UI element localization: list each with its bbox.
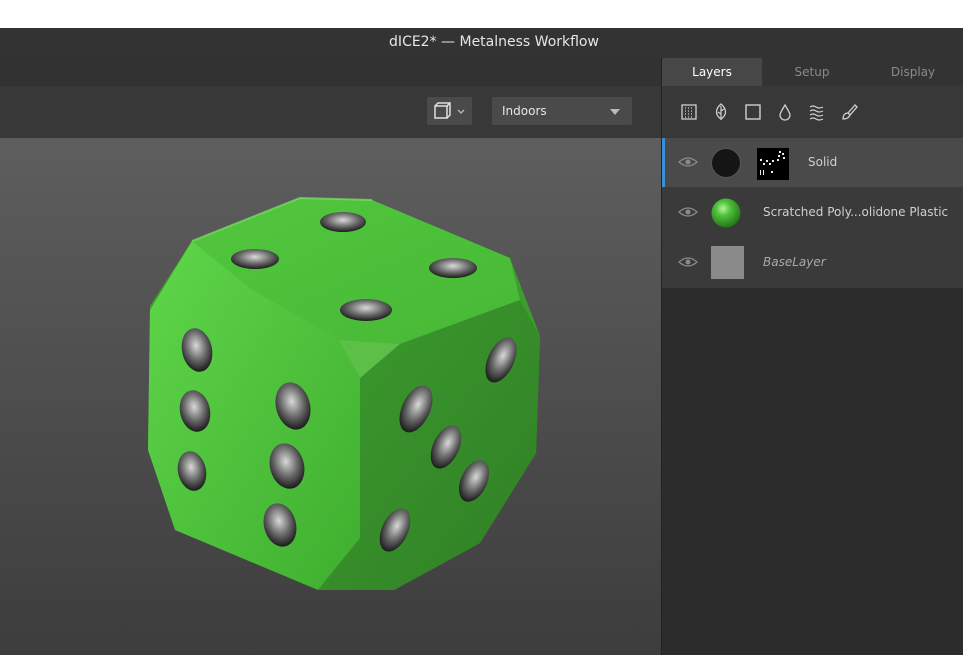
viewport-toolbar: Indoors [0, 86, 661, 138]
square-icon[interactable] [744, 103, 762, 121]
panel-tabs: Layers Setup Display [662, 58, 963, 86]
eye-icon[interactable] [678, 154, 698, 170]
layer-name: BaseLayer [763, 255, 826, 269]
chevron-down-icon [457, 109, 465, 114]
layer-mask-thumbnail [757, 148, 789, 180]
view-mode-button[interactable] [427, 97, 472, 125]
eye-icon[interactable] [678, 254, 698, 270]
layer-tools-toolbar [662, 86, 963, 138]
viewport-tab-strip [0, 58, 661, 86]
layer-color-thumbnail [711, 148, 741, 178]
drop-icon[interactable] [776, 103, 794, 121]
window-title: dICE2* — Metalness Workflow [389, 34, 599, 50]
layer-row-baselayer[interactable]: BaseLayer [662, 238, 963, 288]
eye-icon[interactable] [678, 204, 698, 220]
layer-row-plastic[interactable]: Scratched Poly...olidone Plastic [662, 188, 963, 238]
tab-setup[interactable]: Setup [762, 58, 862, 86]
cube-view-icon [434, 102, 465, 119]
tab-layers[interactable]: Layers [662, 58, 762, 86]
leaf-icon[interactable] [712, 103, 730, 121]
layer-list: Solid Scratched Poly...olidone Plastic B… [662, 138, 963, 288]
layer-row-solid[interactable]: Solid [662, 138, 963, 188]
dropdown-caret-icon [610, 109, 620, 115]
app-window: dICE2* — Metalness Workflow Indoors Laye… [0, 28, 963, 655]
brush-icon[interactable] [840, 103, 858, 121]
environment-select-value: Indoors [502, 104, 547, 118]
environment-select[interactable]: Indoors [492, 97, 632, 125]
3d-viewport[interactable] [0, 138, 661, 655]
tab-display[interactable]: Display [862, 58, 963, 86]
waves-icon[interactable] [808, 103, 826, 121]
pattern-grid-icon[interactable] [680, 103, 698, 121]
title-bar: dICE2* — Metalness Workflow [0, 28, 963, 58]
layers-panel: Layers Setup Display Solid Scratched Pol… [661, 58, 963, 655]
dice-model [148, 196, 540, 590]
layer-name: Solid [808, 155, 838, 169]
material-sphere-thumbnail [711, 198, 741, 228]
layer-name: Scratched Poly...olidone Plastic [763, 205, 949, 219]
base-layer-thumbnail [711, 246, 744, 279]
